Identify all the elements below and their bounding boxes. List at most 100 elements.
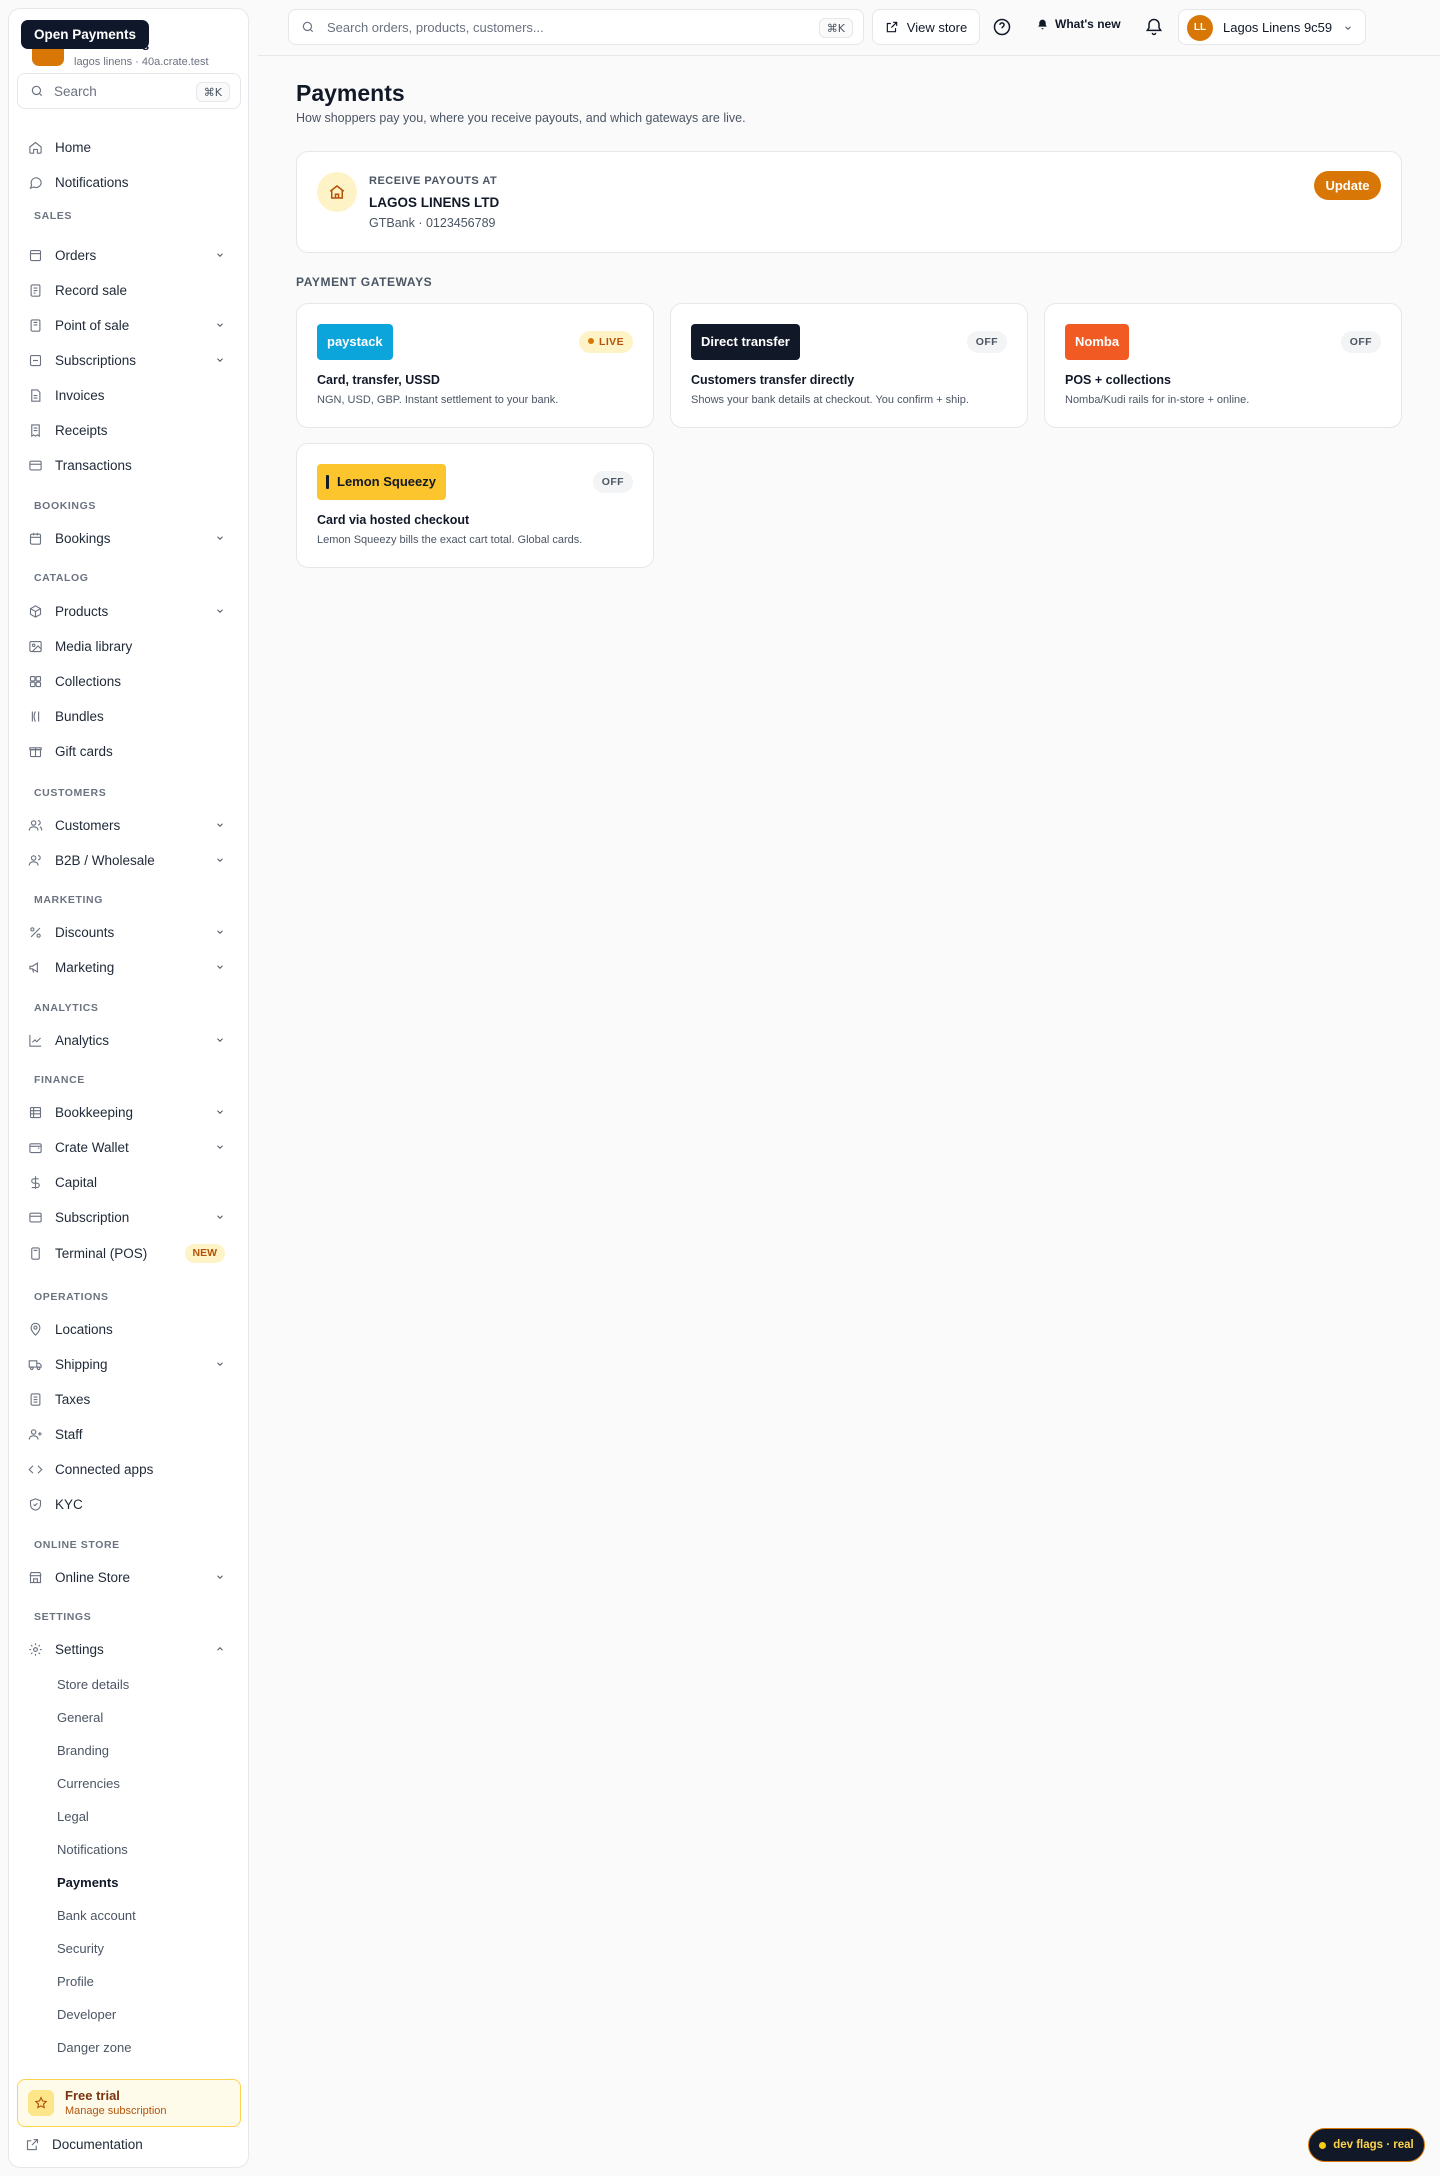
settings-sub-developer[interactable]: Developer xyxy=(57,2007,116,2022)
settings-sub-security[interactable]: Security xyxy=(57,1941,104,1956)
sidebar-item-label: Crate Wallet xyxy=(55,1139,129,1155)
sidebar-item-terminal-pos[interactable]: Terminal (POS) NEW xyxy=(17,1237,241,1269)
chevron-down-icon xyxy=(215,320,225,330)
sidebar-item-label: KYC xyxy=(55,1496,83,1512)
user-plus-icon xyxy=(27,1426,43,1442)
sidebar-item-label: Capital xyxy=(55,1174,98,1190)
sidebar-item-gift-cards[interactable]: Gift cards xyxy=(17,735,241,767)
sidebar-item-orders[interactable]: Orders xyxy=(17,239,241,271)
external-link-icon xyxy=(885,20,899,34)
page-subtitle: How shoppers pay you, where you receive … xyxy=(296,111,746,125)
direct-transfer-logo: Direct transfer xyxy=(691,324,800,360)
gateway-description: Lemon Squeezy bills the exact cart total… xyxy=(317,534,583,546)
sidebar-item-label: Connected apps xyxy=(55,1461,154,1477)
whats-new-button[interactable]: What's new xyxy=(1036,17,1121,31)
sidebar-item-products[interactable]: Products xyxy=(17,595,241,627)
status-dot-icon xyxy=(1319,2141,1327,2149)
sidebar-item-analytics[interactable]: Analytics xyxy=(17,1024,241,1056)
sidebar-item-shipping[interactable]: Shipping xyxy=(17,1348,241,1380)
sidebar-item-taxes[interactable]: Taxes xyxy=(17,1383,241,1415)
sidebar-search-label: Search xyxy=(54,84,97,99)
sidebar-item-label: Products xyxy=(55,603,109,619)
sidebar-item-label: Collections xyxy=(55,673,122,689)
wallet-icon xyxy=(27,1139,43,1155)
sidebar-item-connected-apps[interactable]: Connected apps xyxy=(17,1453,241,1485)
sidebar-item-collections[interactable]: Collections xyxy=(17,665,241,697)
sidebar-item-online-store[interactable]: Online Store xyxy=(17,1561,241,1593)
sidebar-item-crate-wallet[interactable]: Crate Wallet xyxy=(17,1131,241,1163)
sidebar-item-customers[interactable]: Customers xyxy=(17,809,241,841)
view-store-button[interactable]: View store xyxy=(872,9,980,45)
settings-sub-branding[interactable]: Branding xyxy=(57,1743,109,1758)
settings-sub-notifications[interactable]: Notifications xyxy=(57,1842,128,1857)
sidebar-item-home[interactable]: Home xyxy=(17,131,241,163)
sidebar-item-label: Customers xyxy=(55,817,121,833)
sidebar-item-bundles[interactable]: Bundles xyxy=(17,700,241,732)
sidebar-item-label: Bundles xyxy=(55,708,104,724)
settings-sub-general[interactable]: General xyxy=(57,1710,103,1725)
settings-sub-danger-zone[interactable]: Danger zone xyxy=(57,2040,131,2055)
gateway-description: Nomba/Kudi rails for in-store + online. xyxy=(1065,394,1250,406)
sidebar-item-subscriptions[interactable]: Subscriptions xyxy=(17,344,241,376)
gateway-card-paystack[interactable]: paystack LIVE Card, transfer, USSD NGN, … xyxy=(296,303,654,428)
settings-sub-profile[interactable]: Profile xyxy=(57,1974,94,1989)
sidebar-item-discounts[interactable]: Discounts xyxy=(17,916,241,948)
sidebar-item-bookkeeping[interactable]: Bookkeeping xyxy=(17,1096,241,1128)
settings-sub-store-details[interactable]: Store details xyxy=(57,1677,129,1692)
chevron-down-icon xyxy=(1343,23,1353,33)
sidebar-item-b2b-wholesale[interactable]: B2B / Wholesale xyxy=(17,844,241,876)
global-search-input[interactable]: Search orders, products, customers... ⌘K xyxy=(288,9,864,45)
lemon-squeezy-logo: Lemon Squeezy xyxy=(317,464,446,500)
settings-sub-currencies[interactable]: Currencies xyxy=(57,1776,120,1791)
gift-icon xyxy=(27,743,43,759)
sidebar-item-invoices[interactable]: Invoices xyxy=(17,379,241,411)
documentation-link[interactable]: Documentation xyxy=(25,2137,143,2152)
account-menu[interactable]: LL Lagos Linens 9c59 xyxy=(1178,9,1366,45)
lemon-squeezy-logo-text: Lemon Squeezy xyxy=(337,474,436,489)
avatar: LL xyxy=(1187,15,1213,41)
sidebar-item-subscription[interactable]: Subscription xyxy=(17,1201,241,1233)
document-icon xyxy=(27,387,43,403)
help-icon[interactable] xyxy=(992,17,1012,37)
sidebar-item-notifications[interactable]: Notifications xyxy=(17,166,241,198)
sidebar-item-point-of-sale[interactable]: Point of sale xyxy=(17,309,241,341)
gateway-card-direct-transfer[interactable]: Direct transfer OFF Customers transfer d… xyxy=(670,303,1028,428)
sidebar-item-receipts[interactable]: Receipts xyxy=(17,414,241,446)
payout-card: RECEIVE PAYOUTS AT LAGOS LINENS LTD GTBa… xyxy=(296,151,1402,253)
sidebar-item-settings[interactable]: Settings xyxy=(17,1633,241,1665)
dev-flags-pill[interactable]: dev flags · real xyxy=(1308,2128,1425,2162)
settings-sub-bank-account[interactable]: Bank account xyxy=(57,1908,136,1923)
update-payout-button[interactable]: Update xyxy=(1314,171,1381,200)
gateway-title: POS + collections xyxy=(1065,373,1171,387)
gateway-card-nomba[interactable]: Nomba OFF POS + collections Nomba/Kudi r… xyxy=(1044,303,1402,428)
settings-sub-legal[interactable]: Legal xyxy=(57,1809,89,1824)
search-icon xyxy=(30,84,44,98)
sidebar-item-media-library[interactable]: Media library xyxy=(17,630,241,662)
terminal-icon xyxy=(27,1245,43,1261)
home-icon xyxy=(27,139,43,155)
notifications-bell-icon[interactable] xyxy=(1144,17,1164,37)
settings-sub-payments[interactable]: Payments xyxy=(57,1875,118,1890)
sidebar-item-staff[interactable]: Staff xyxy=(17,1418,241,1450)
sidebar-item-capital[interactable]: Capital xyxy=(17,1166,241,1198)
free-trial-card[interactable]: Free trial Manage subscription xyxy=(17,2079,241,2127)
external-link-icon xyxy=(25,2137,40,2152)
gateway-card-lemon-squeezy[interactable]: Lemon Squeezy OFF Card via hosted checko… xyxy=(296,443,654,568)
sidebar-item-marketing[interactable]: Marketing xyxy=(17,951,241,983)
sidebar-item-record-sale[interactable]: Record sale xyxy=(17,274,241,306)
chevron-down-icon xyxy=(215,533,225,543)
sidebar-item-label: Gift cards xyxy=(55,743,113,759)
sidebar-search[interactable]: Search ⌘K xyxy=(17,73,241,109)
sidebar-item-locations[interactable]: Locations xyxy=(17,1313,241,1345)
gateway-title: Card via hosted checkout xyxy=(317,513,470,527)
sidebar-item-transactions[interactable]: Transactions xyxy=(17,449,241,481)
sidebar-item-kyc[interactable]: KYC xyxy=(17,1488,241,1520)
sidebar-item-label: Online Store xyxy=(55,1569,131,1585)
account-name: Lagos Linens 9c59 xyxy=(1223,20,1333,35)
gateways-heading: PAYMENT GATEWAYS xyxy=(296,275,433,289)
manage-subscription-link[interactable]: Manage subscription xyxy=(65,2105,167,2117)
chevron-down-icon xyxy=(215,1107,225,1117)
sidebar-item-bookings[interactable]: Bookings xyxy=(17,522,241,554)
page-title: Payments xyxy=(296,80,405,106)
shield-check-icon xyxy=(27,1496,43,1512)
